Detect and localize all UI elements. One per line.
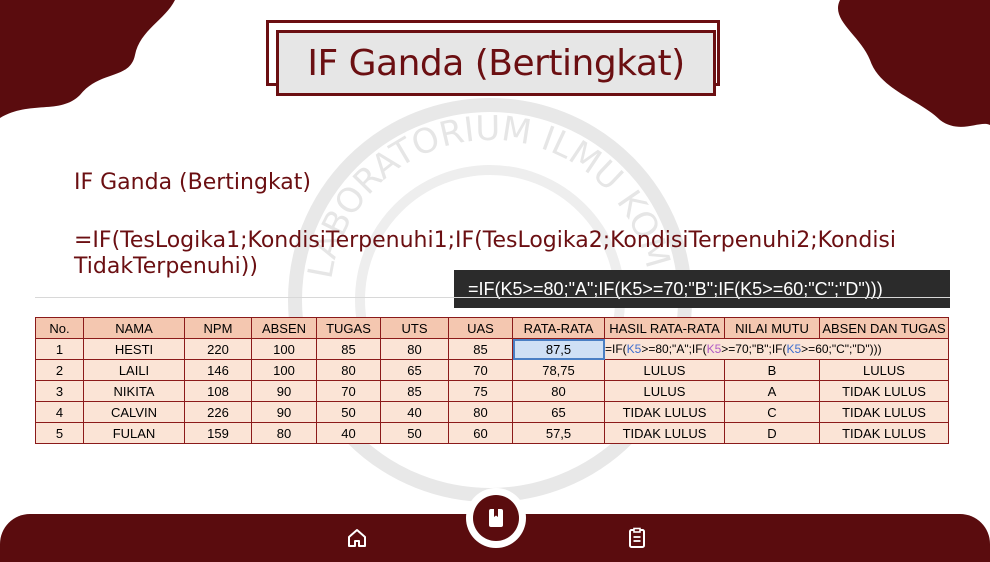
table-row: 2 LAILI 146 100 80 65 70 78,75 LULUS B L… [35,359,949,381]
table-cell[interactable]: 159 [184,422,252,444]
table-cell[interactable]: LAILI [83,359,185,381]
table-cell[interactable]: 85 [448,338,513,360]
book-icon [489,509,503,527]
cell-ref: K5 [706,342,722,356]
table-cell[interactable]: 75 [448,380,513,402]
col-header[interactable]: NAMA [83,317,185,339]
col-header[interactable]: RATA-RATA [512,317,605,339]
home-button[interactable] [342,523,372,553]
table-cell[interactable]: 100 [251,359,317,381]
cell-ref: K5 [786,342,802,356]
table-cell[interactable]: 65 [380,359,449,381]
table-cell[interactable]: 80 [316,359,381,381]
table-cell[interactable]: 226 [184,401,252,423]
spreadsheet-table[interactable]: No. NAMA NPM ABSEN TUGAS UTS UAS RATA-RA… [35,317,949,444]
col-header[interactable]: TUGAS [316,317,381,339]
table-cell[interactable]: LULUS [604,359,725,381]
table-cell[interactable]: 90 [251,380,317,402]
table-cell[interactable]: 1 [35,338,84,360]
cell-ref: K5 [626,342,642,356]
home-icon [348,529,366,547]
table-row: 5 FULAN 159 80 40 50 60 57,5 TIDAK LULUS… [35,422,949,444]
table-cell[interactable]: 80 [512,380,605,402]
top-right-decoration [837,0,990,127]
table-row: 4 CALVIN 226 90 50 40 80 65 TIDAK LULUS … [35,401,949,423]
clipboard-icon [629,527,645,548]
table-cell[interactable]: TIDAK LULUS [604,401,725,423]
table-cell[interactable]: 220 [184,338,252,360]
col-header[interactable]: NPM [184,317,252,339]
table-cell[interactable]: 146 [184,359,252,381]
table-cell[interactable]: HESTI [83,338,185,360]
table-cell[interactable]: LULUS [604,380,725,402]
table-cell[interactable]: C [724,401,820,423]
table-cell[interactable]: B [724,359,820,381]
col-header[interactable]: No. [35,317,84,339]
table-cell[interactable]: TIDAK LULUS [819,401,949,423]
col-header[interactable]: UTS [380,317,449,339]
table-cell[interactable]: 85 [316,338,381,360]
table-cell[interactable]: 60 [448,422,513,444]
header-row: No. NAMA NPM ABSEN TUGAS UTS UAS RATA-RA… [35,317,949,339]
col-header[interactable]: ABSEN [251,317,317,339]
table-cell[interactable]: 70 [448,359,513,381]
edit-part: >=60;"C";"D"))) [801,342,882,356]
table-cell[interactable]: 100 [251,338,317,360]
table-cell[interactable]: 108 [184,380,252,402]
col-header[interactable]: NILAI MUTU [724,317,820,339]
table-cell[interactable]: 40 [380,401,449,423]
table-cell[interactable]: TIDAK LULUS [819,422,949,444]
table-cell[interactable]: 2 [35,359,84,381]
table-row: 1 HESTI 220 100 85 80 85 87,5 =IF(K5>=80… [35,338,949,360]
table-cell[interactable]: 57,5 [512,422,605,444]
col-header[interactable]: ABSEN DAN TUGAS [819,317,949,339]
table-cell[interactable]: NIKITA [83,380,185,402]
table-cell[interactable]: 90 [251,401,317,423]
table-row: 3 NIKITA 108 90 70 85 75 80 LULUS A TIDA… [35,380,949,402]
table-cell[interactable]: A [724,380,820,402]
table-cell[interactable]: 80 [380,338,449,360]
table-cell[interactable]: LULUS [819,359,949,381]
table-cell[interactable]: TIDAK LULUS [819,380,949,402]
table-cell[interactable]: 65 [512,401,605,423]
table-cell[interactable]: D [724,422,820,444]
col-header[interactable]: UAS [448,317,513,339]
top-left-decoration [0,0,175,118]
table-cell[interactable]: 70 [316,380,381,402]
edit-part: >=70;"B";IF( [721,342,787,356]
table-cell[interactable]: 80 [448,401,513,423]
table-cell[interactable]: 50 [380,422,449,444]
page-title: IF Ganda (Bertingkat) [307,42,685,84]
table-cell[interactable]: 80 [251,422,317,444]
section-heading: IF Ganda (Bertingkat) [74,170,311,195]
book-button[interactable] [466,488,526,548]
table-cell[interactable]: 85 [380,380,449,402]
selected-cell[interactable]: 87,5 [512,338,605,360]
table-cell[interactable]: CALVIN [83,401,185,423]
table-cell[interactable]: FULAN [83,422,185,444]
table-cell[interactable]: 40 [316,422,381,444]
table-cell[interactable]: TIDAK LULUS [604,422,725,444]
col-header[interactable]: HASIL RATA-RATA [604,317,725,339]
table-cell[interactable]: 50 [316,401,381,423]
table-cell[interactable]: 5 [35,422,84,444]
table-cell[interactable]: 3 [35,380,84,402]
edit-part: =IF( [605,342,627,356]
edit-part: >=80;"A";IF( [641,342,707,356]
editing-cell[interactable]: =IF(K5>=80;"A";IF(K5>=70;"B";IF(K5>=60;"… [604,338,949,360]
table-cell[interactable]: 4 [35,401,84,423]
title-box: IF Ganda (Bertingkat) [266,20,730,98]
table-cell[interactable]: 78,75 [512,359,605,381]
clipboard-button[interactable] [622,523,652,553]
